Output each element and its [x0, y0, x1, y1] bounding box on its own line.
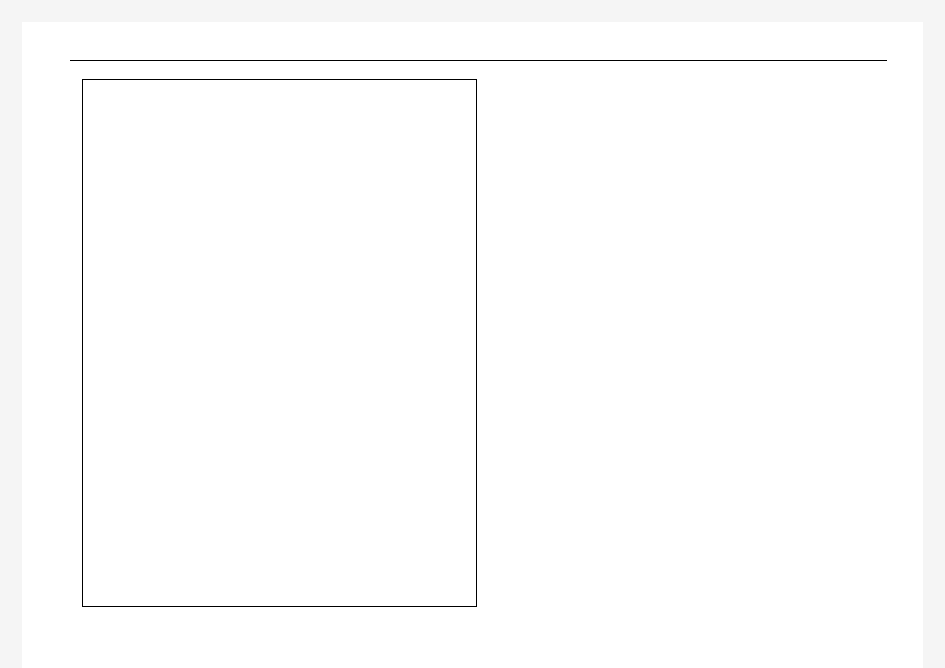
- document-page: [22, 22, 923, 668]
- outer-margin-top: [0, 0, 945, 22]
- horizontal-divider: [70, 60, 887, 61]
- figure-placeholder-box: [82, 79, 477, 607]
